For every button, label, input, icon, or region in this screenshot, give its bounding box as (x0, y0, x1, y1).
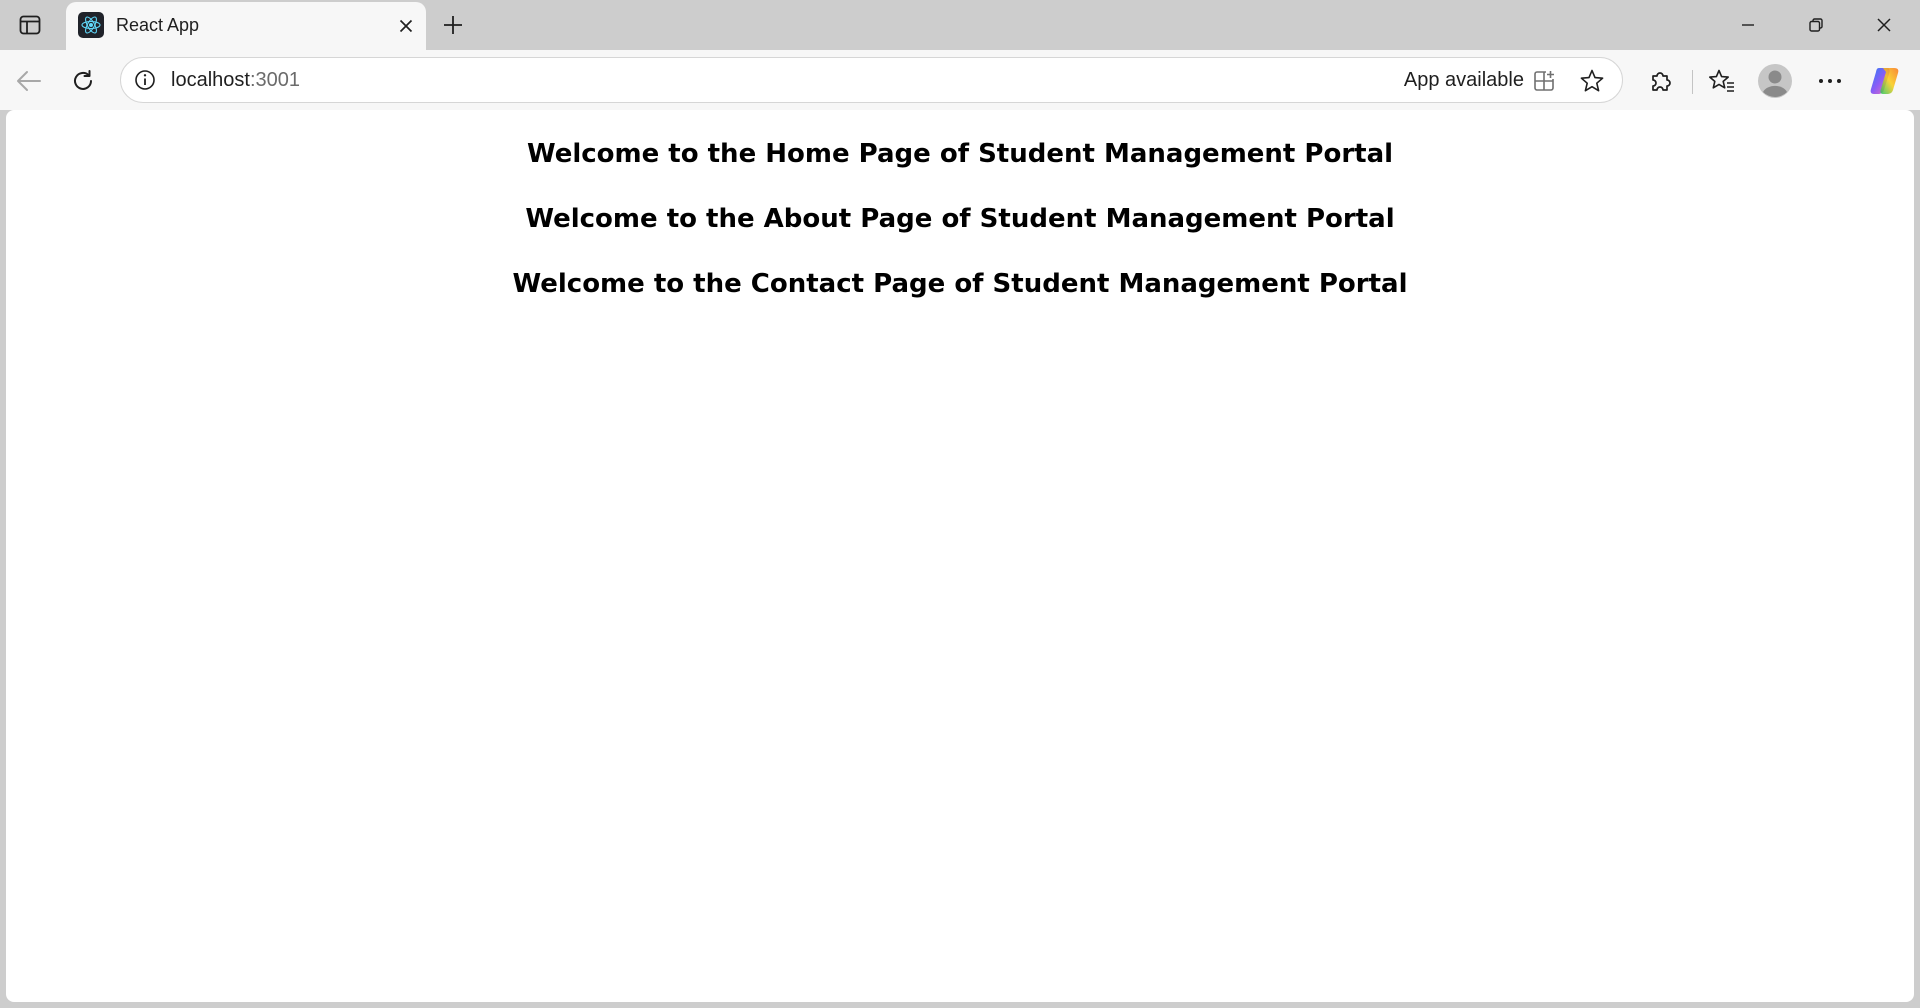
info-icon[interactable] (133, 68, 157, 92)
close-icon[interactable] (392, 12, 420, 40)
url-port: :3001 (249, 69, 300, 91)
app-install-icon[interactable] (1528, 65, 1560, 97)
more-dots-icon[interactable] (1811, 62, 1849, 100)
tab-strip: React App (0, 0, 1920, 50)
address-bar[interactable]: localhost:3001 App available (120, 57, 1623, 103)
app-available-label[interactable]: App available (1404, 69, 1524, 92)
page-content: Welcome to the Home Page of Student Mana… (6, 110, 1914, 301)
toolbar-divider (1692, 70, 1693, 94)
page-viewport: Welcome to the Home Page of Student Mana… (6, 110, 1914, 1002)
puzzle-icon[interactable] (1642, 62, 1680, 100)
star-icon[interactable] (1576, 65, 1608, 97)
plus-icon[interactable] (436, 8, 470, 42)
restore-icon[interactable] (1782, 0, 1850, 50)
minimize-icon[interactable] (1714, 0, 1782, 50)
contact-heading: Welcome to the Contact Page of Student M… (512, 269, 1408, 299)
browser-toolbar: localhost:3001 App available (0, 50, 1920, 110)
url-host: localhost (171, 69, 250, 91)
about-heading: Welcome to the About Page of Student Man… (525, 204, 1395, 234)
favorites-icon[interactable] (1703, 62, 1741, 100)
copilot-icon[interactable] (1866, 62, 1904, 100)
sidebar-toggle-icon[interactable] (10, 8, 50, 42)
refresh-icon[interactable] (64, 62, 102, 100)
back-arrow-icon[interactable] (10, 62, 48, 100)
react-logo-icon (78, 12, 104, 38)
url-text[interactable]: localhost:3001 (171, 69, 300, 92)
tab-title: React App (116, 15, 200, 35)
home-heading: Welcome to the Home Page of Student Mana… (526, 139, 1394, 169)
browser-window: React App localhost:3001 App available W… (0, 0, 1920, 1008)
window-close-icon[interactable] (1850, 0, 1918, 50)
avatar-icon[interactable] (1756, 62, 1794, 100)
tab-react-app[interactable]: React App (66, 2, 426, 50)
